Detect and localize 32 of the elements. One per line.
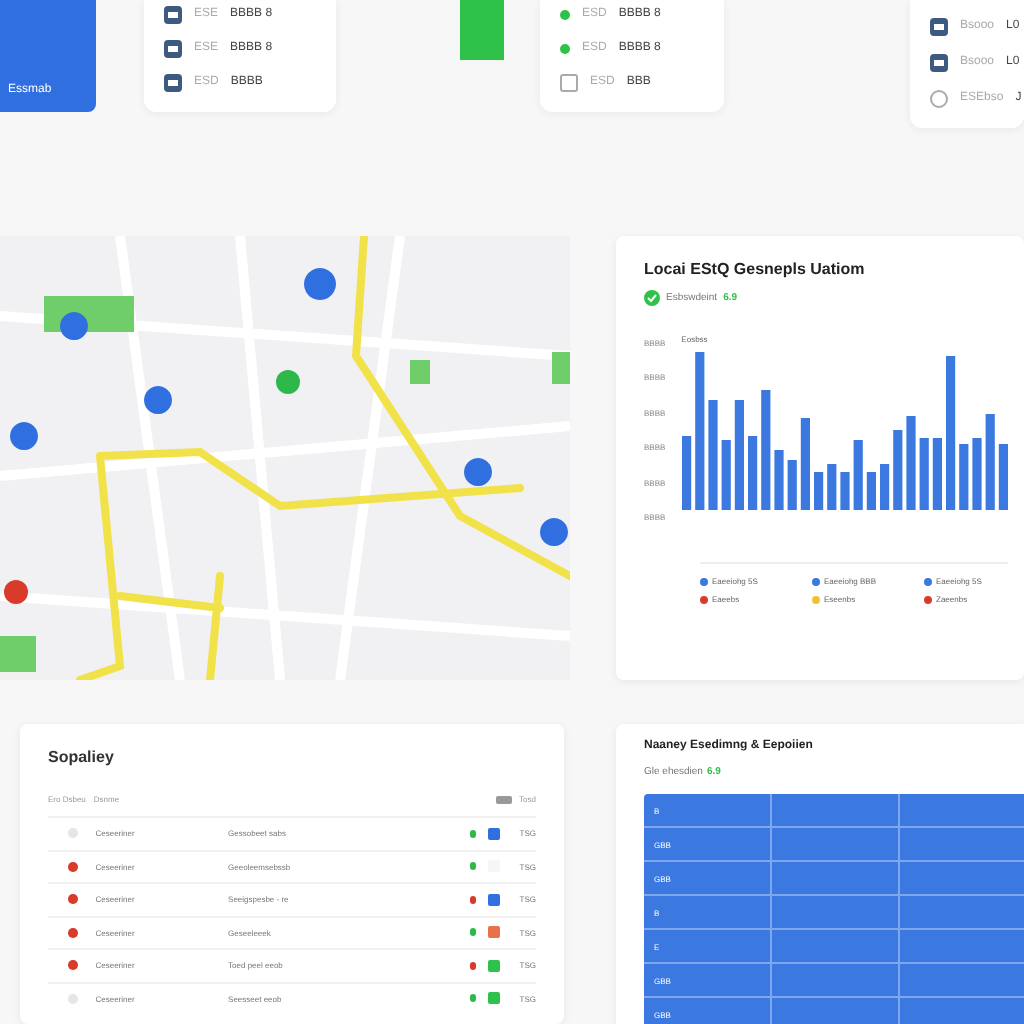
status-dot-icon <box>560 43 570 53</box>
bar <box>747 436 757 510</box>
bar <box>734 400 744 510</box>
sort-icon <box>495 795 512 803</box>
bar <box>866 472 876 510</box>
bar <box>932 438 942 510</box>
tab-marker[interactable] <box>460 0 504 60</box>
bar <box>971 438 981 510</box>
bar <box>958 444 968 510</box>
bar <box>681 436 691 510</box>
square-icon <box>560 73 578 91</box>
status-dot-icon <box>560 9 570 19</box>
bar <box>852 440 863 510</box>
bar <box>918 438 929 510</box>
bar <box>905 416 915 510</box>
bar <box>892 430 902 510</box>
bar <box>813 472 823 510</box>
circle-icon <box>930 89 948 107</box>
bar <box>826 464 836 510</box>
card-title: Sopaliey <box>48 748 116 766</box>
bar <box>800 418 810 510</box>
bar <box>984 414 995 510</box>
bar <box>839 472 849 510</box>
bar <box>720 440 731 510</box>
bar <box>786 460 797 510</box>
bar <box>773 450 783 510</box>
bar <box>707 400 717 510</box>
bar <box>760 390 770 510</box>
bar <box>998 444 1008 510</box>
card-title: Locai EStQ Gesnepls Uatiom <box>644 260 867 278</box>
bar <box>879 464 889 510</box>
check-icon <box>644 290 660 306</box>
